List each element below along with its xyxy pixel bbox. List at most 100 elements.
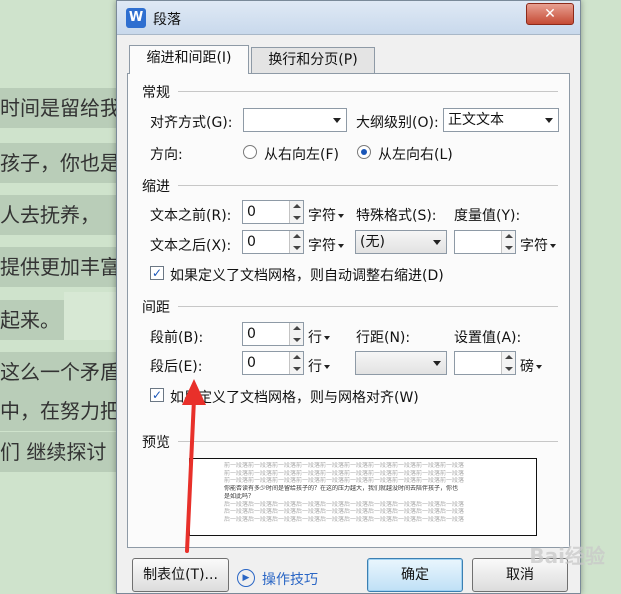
special-format-label: 特殊格式(S): [356,208,437,224]
tips-link[interactable]: 操作技巧 [262,569,318,589]
spin-down-icon [293,246,301,250]
chevron-down-icon [433,240,441,245]
outline-level-select[interactable]: 正文文本 [443,108,559,132]
divider [178,306,558,307]
setting-value-input[interactable] [454,351,516,375]
doc-line: 们 继续探讨 [0,432,120,472]
setting-value-unit[interactable]: 磅 [520,356,542,376]
measure-unit[interactable]: 字符 [520,235,556,255]
divider [178,441,558,442]
line-spacing-select[interactable] [355,351,447,375]
setting-value-label: 设置值(A): [454,330,522,346]
spacing-after-value: 0 [247,355,256,371]
indent-before-value: 0 [247,204,256,220]
line-spacing-label: 行距(N): [356,330,411,346]
rtl-label: 从右向左(F) [264,147,339,163]
grid-align-checkbox[interactable]: ✓ [150,388,164,402]
spin-up-icon [293,326,301,330]
outline-level-value: 正文文本 [448,112,504,128]
indent-after-input[interactable]: 0 [242,230,304,254]
paragraph-preview: 前一段落前一段落前一段落前一段落前一段落前一段落前一段落前一段落前一段落前一段落… [189,458,537,536]
preview-next-line: 后一段落后一段落后一段落后一段落后一段落后一段落后一段落后一段落后一段落后一段落 [224,515,465,523]
chevron-down-icon [545,118,553,123]
spinner-buttons[interactable] [501,352,515,374]
indent-before-unit[interactable]: 字符 [308,205,344,225]
ok-button[interactable]: 确定 [367,558,463,592]
measure-label: 度量值(Y): [454,208,521,224]
auto-adjust-checkbox[interactable]: ✓ [150,266,164,280]
special-format-select[interactable]: (无) [355,230,447,254]
doc-line: 中，在努力把 [0,391,120,431]
auto-adjust-label: 如果定义了文档网格，则自动调整右缩进(D) [170,268,444,284]
indent-before-input[interactable]: 0 [242,200,304,224]
measure-input[interactable] [454,230,516,254]
preview-sample-line: 是如此吗？ [224,492,255,500]
spacing-after-input[interactable]: 0 [242,351,304,375]
preview-next-line: 后一段落后一段落后一段落后一段落后一段落后一段落后一段落后一段落后一段落后一段落 [224,508,465,516]
tab-indent-spacing[interactable]: 缩进和间距(I) [129,45,249,74]
spacing-before-unit[interactable]: 行 [308,327,330,347]
spin-up-icon [505,355,513,359]
spacing-before-value: 0 [247,326,256,342]
doc-line: 这么一个矛盾 [0,352,120,392]
indent-after-label: 文本之后(X): [150,238,232,254]
close-button[interactable]: ✕ [526,3,574,25]
spin-down-icon [505,246,513,250]
doc-line: 时间是留给我 [0,88,120,128]
outline-level-label: 大纲级别(O): [356,115,439,131]
watermark: Bai经验 [529,544,605,568]
spin-down-icon [293,216,301,220]
alignment-label: 对齐方式(G): [150,115,233,131]
section-indent: 缩进 [142,179,170,195]
spin-down-icon [293,367,301,371]
spinner-buttons[interactable] [289,352,303,374]
preview-prev-line: 前一段落前一段落前一段落前一段落前一段落前一段落前一段落前一段落前一段落前一段落 [224,469,465,477]
section-general: 常规 [142,85,170,101]
ltr-label: 从左向右(L) [378,147,453,163]
indent-after-value: 0 [247,234,256,250]
divider [178,91,558,92]
divider [178,185,558,186]
dialog-titlebar[interactable]: W 段落 ✕ [117,1,580,35]
doc-highlight [64,292,116,340]
indent-after-unit[interactable]: 字符 [308,235,344,255]
chevron-down-icon [433,361,441,366]
spinner-buttons[interactable] [501,231,515,253]
preview-next-line: 后一段落后一段落后一段落后一段落后一段落后一段落后一段落后一段落后一段落后一段落 [224,500,465,508]
spin-up-icon [293,355,301,359]
rtl-radio[interactable] [243,145,257,159]
spin-up-icon [293,204,301,208]
spinner-buttons[interactable] [289,323,303,345]
spin-down-icon [505,367,513,371]
tab-stops-button[interactable]: 制表位(T)... [132,558,229,592]
indent-before-label: 文本之前(R): [150,208,232,224]
spin-up-icon [293,234,301,238]
chevron-down-icon [333,118,341,123]
section-preview: 预览 [142,435,170,451]
spacing-before-input[interactable]: 0 [242,322,304,346]
ltr-radio[interactable] [357,145,371,159]
spinner-buttons[interactable] [289,201,303,223]
doc-line: 孩子，你也是 [0,143,120,183]
preview-sample-line: 你能否读有多少时间是留给孩子的？在这的压力越大，我们就越没时间去陪伴孩子，你也 [224,485,459,493]
spacing-after-label: 段后(E): [150,359,203,375]
wps-writer-icon: W [126,8,146,28]
special-format-value: (无) [360,234,385,250]
section-spacing: 间距 [142,300,170,316]
annotation-arrow [182,379,206,553]
spacing-before-label: 段前(B): [150,330,204,346]
doc-line: 人去抚养， [0,195,120,235]
alignment-select[interactable] [243,108,347,132]
spacing-after-unit[interactable]: 行 [308,356,330,376]
spin-up-icon [505,234,513,238]
dialog-title: 段落 [153,12,181,28]
direction-label: 方向: [150,147,183,163]
play-icon: ▶ [237,569,255,587]
tab-line-page-breaks[interactable]: 换行和分页(P) [251,47,375,73]
doc-line: 起来。 [0,300,64,340]
preview-prev-line: 前一段落前一段落前一段落前一段落前一段落前一段落前一段落前一段落前一段落前一段落 [224,462,465,469]
spinner-buttons[interactable] [289,231,303,253]
doc-line: 提供更加丰富 [0,247,120,287]
spin-down-icon [293,338,301,342]
preview-prev-line: 前一段落前一段落前一段落前一段落前一段落前一段落前一段落前一段落前一段落前一段落 [224,477,465,485]
